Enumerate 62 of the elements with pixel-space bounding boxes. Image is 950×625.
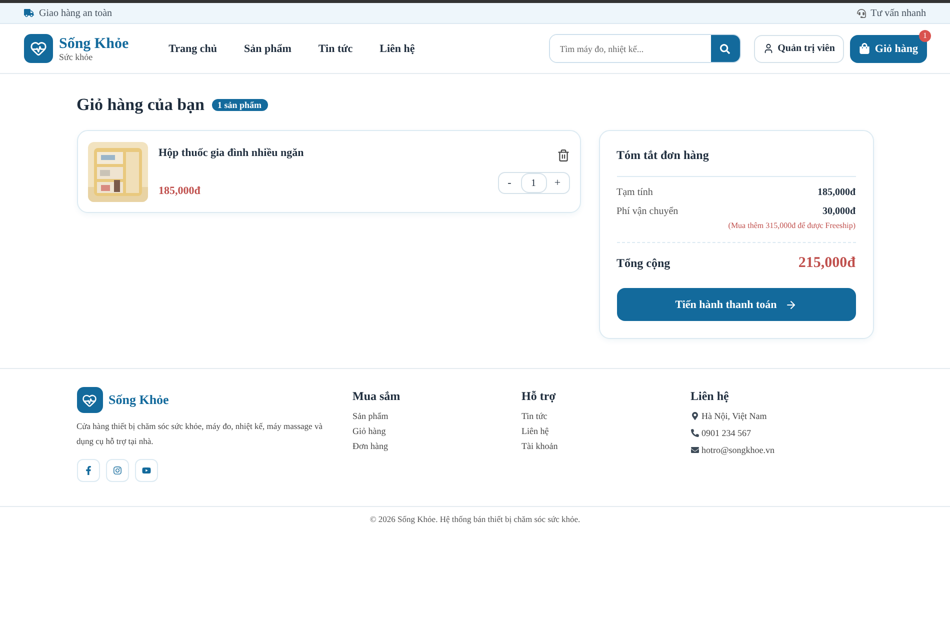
summary-title: Tóm tắt đơn hàng (616, 148, 856, 177)
brand-tagline: Sức khỏe (59, 52, 94, 62)
footer-link[interactable]: Tin tức (522, 411, 690, 421)
map-pin-icon (690, 412, 698, 420)
nav-link[interactable]: Liên hệ (380, 42, 415, 54)
delete-button[interactable] (556, 149, 570, 162)
item-count-badge: 1 sản phẩm (212, 99, 268, 111)
footer-link[interactable]: Giỏ hàng (352, 426, 522, 436)
truck-icon (24, 8, 34, 18)
summary-label: Tạm tính (616, 187, 653, 198)
user-icon (762, 43, 774, 54)
product-name[interactable]: Hộp thuốc gia đình nhiều ngăn (158, 146, 486, 158)
decrease-button[interactable]: - (498, 176, 520, 190)
increase-button[interactable]: + (546, 176, 568, 190)
contact-text: hotro@songkhoe.vn (702, 445, 775, 455)
total-label: Tổng cộng (616, 256, 670, 271)
footer-heading: Liên hệ (690, 389, 730, 404)
search-icon (720, 44, 730, 54)
product-price: 185,000đ (158, 184, 202, 196)
youtube-button[interactable] (134, 459, 158, 482)
summary-value: 185,000đ (817, 187, 856, 198)
search-button[interactable] (710, 35, 740, 62)
support-link[interactable]: Tư vấn nhanh (870, 8, 926, 18)
nav-link[interactable]: Sản phẩm (244, 42, 292, 54)
search-field[interactable]: Tìm máy đo, nhiệt kế... (548, 34, 741, 63)
nav-link[interactable]: Trang chủ (168, 42, 217, 54)
instagram-icon (112, 466, 122, 475)
contact-text: 0901 234 567 (702, 428, 751, 438)
contact-text: Hà Nội, Việt Nam (702, 411, 767, 421)
freeship-note: (Mua thêm 315,000đ để được Freeship) (728, 221, 856, 230)
nav-link[interactable]: Tin tức (318, 42, 353, 54)
shopping-bag-icon (858, 43, 870, 54)
copyright-text: © 2026 Sống Khỏe. Hệ thống bán thiết bị chăm sóc sức khỏe. (370, 514, 580, 524)
footer-heading: Mua sắm (352, 389, 402, 404)
footer-link[interactable]: Đơn hàng (352, 441, 522, 451)
page-title: Giỏ hàng của bạn (76, 95, 205, 115)
cart-count-badge: 1 (919, 30, 931, 42)
instagram-button[interactable] (106, 459, 128, 482)
footer-description: Cửa hàng thiết bị chăm sóc sức khỏe, máy đo, nhiệt kế, máy massage và dụng cụ hỗ trợ tại nhà. (76, 420, 324, 448)
checkout-button[interactable]: Tiến hành thanh toán (616, 288, 856, 321)
delivery-notice: Giao hàng an toàn (39, 8, 112, 18)
brand-name[interactable]: Sống Khỏe (59, 36, 129, 52)
facebook-button[interactable] (76, 459, 100, 482)
headset-icon (856, 8, 866, 18)
youtube-icon (142, 466, 150, 475)
envelope-icon (690, 446, 698, 454)
summary-value: 30,000đ (822, 206, 856, 217)
facebook-icon (84, 466, 92, 475)
phone-icon (690, 429, 698, 437)
footer-brand-name: Sống Khỏe (108, 392, 169, 408)
total-value: 215,000đ (798, 255, 856, 272)
footer-link[interactable]: Liên hệ (522, 426, 690, 436)
summary-label: Phí vận chuyển (616, 206, 678, 217)
quantity-field[interactable]: 1 (520, 173, 546, 193)
logo-icon[interactable] (24, 34, 53, 63)
logo-icon[interactable] (76, 387, 102, 413)
arrow-right-icon (784, 298, 797, 310)
admin-button[interactable]: Quản trị viên (754, 34, 844, 62)
footer-heading: Hỗ trợ (522, 389, 557, 404)
footer-link[interactable]: Tài khoản (522, 441, 690, 451)
footer-link[interactable]: Sản phẩm (352, 411, 522, 421)
trash-icon (556, 149, 570, 162)
